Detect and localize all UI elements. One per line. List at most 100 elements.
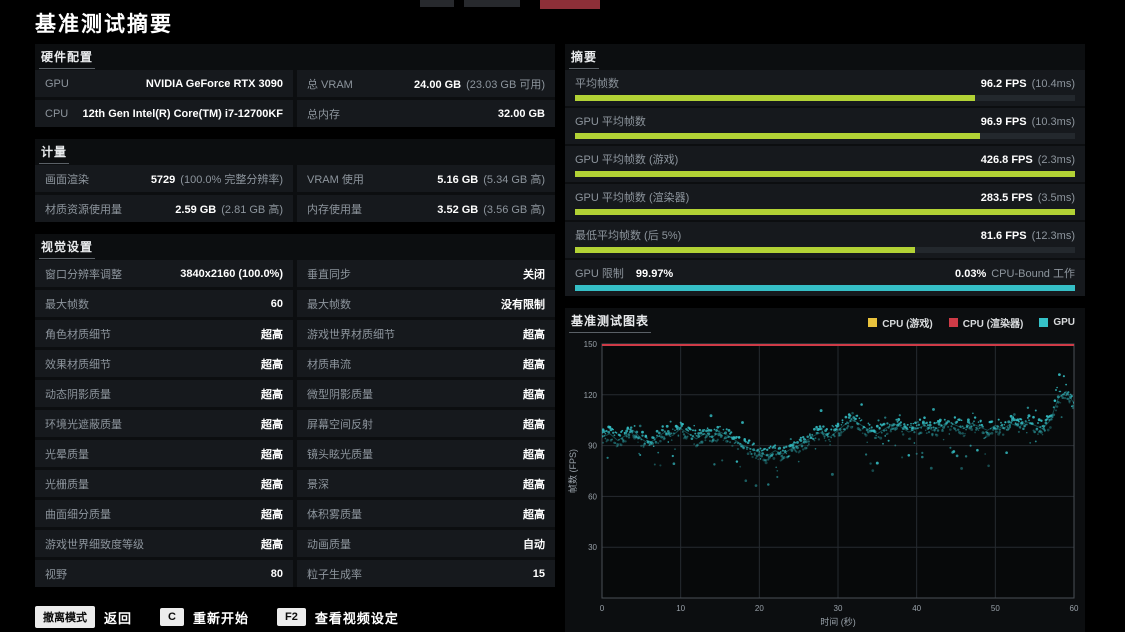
visual-setting-row: 动态阴影质量 超高 微型阴影质量 超高 [35, 380, 555, 407]
hardware-note: (23.03 GB 可用) [466, 78, 545, 91]
footer-button[interactable]: C 重新开始 [160, 608, 249, 627]
visual-setting-row: 效果材质细节 超高 材质串流 超高 [35, 350, 555, 377]
summary-metric-right: 0.03% CPU-Bound 工作 [955, 265, 1075, 281]
svg-text:120: 120 [584, 391, 598, 400]
svg-text:20: 20 [755, 604, 764, 613]
visual-setting-cell: 最大帧数 没有限制 [297, 290, 555, 317]
summary-metric-label: 平均帧数 [575, 78, 619, 90]
hardware-value: 24.00 GB (23.03 GB 可用) [414, 78, 545, 91]
summary-metric-bar-fill [575, 285, 1075, 291]
hardware-label: 总内存 [307, 108, 340, 121]
visual-setting-cell: 动态阴影质量 超高 [35, 380, 293, 407]
metric-label: 内存使用量 [307, 203, 362, 216]
visual-setting-label: 光栅质量 [45, 478, 89, 491]
visual-setting-cell: 视野 80 [35, 560, 293, 587]
panel-visual-settings-header: 视觉设置 [35, 234, 555, 260]
visual-setting-value: 超高 [523, 448, 545, 461]
summary-metric-bar-track [575, 133, 1075, 139]
summary-metric-bar-fill [575, 209, 1075, 215]
metric-note: (100.0% 完整分辨率) [180, 173, 283, 186]
visual-setting-label: 环境光遮蔽质量 [45, 418, 122, 431]
hardware-cell: 总内存 32.00 GB [297, 100, 555, 127]
visual-setting-cell: 材质串流 超高 [297, 350, 555, 377]
visual-setting-row: 角色材质细节 超高 游戏世界材质细节 超高 [35, 320, 555, 347]
visual-setting-label: 微型阴影质量 [307, 388, 373, 401]
svg-text:60: 60 [1070, 604, 1079, 613]
visual-setting-label: 体积雾质量 [307, 508, 362, 521]
legend-swatch-icon [868, 317, 878, 327]
summary-metric-text: GPU 平均帧数 96.9 FPS (10.3ms) [575, 113, 1075, 129]
summary-metric-right: 96.9 FPS (10.3ms) [981, 116, 1075, 128]
visual-setting-label: 视野 [45, 568, 67, 581]
visual-setting-label: 最大帧数 [307, 298, 351, 311]
summary-metric: GPU 限制 99.97% 0.03% CPU-Bound 工作 [565, 260, 1085, 296]
panel-benchmark-chart: 基准测试图表 CPU (游戏) CPU (渲染器) GPU 0 10 20 30 40 50 6… [565, 308, 1085, 632]
summary-metric-bar-track [575, 209, 1075, 215]
visual-setting-value: 超高 [261, 478, 283, 491]
summary-metric-label: GPU 限制 [575, 268, 624, 280]
summary-metric-note: (3.5ms) [1037, 192, 1075, 204]
visual-setting-value: 超高 [261, 358, 283, 371]
right-column: 摘要 平均帧数 96.2 FPS (10.4ms) GPU 平均帧数 96.9 FPS (… [565, 44, 1085, 632]
panel-summary: 摘要 平均帧数 96.2 FPS (10.4ms) GPU 平均帧数 96.9 FPS (… [565, 44, 1085, 296]
summary-metric-value: 0.03% [955, 268, 987, 280]
summary-metric-bar-track [575, 285, 1075, 291]
summary-metric-left: GPU 平均帧数 (游戏) [575, 151, 678, 167]
metric-label: 材质资源使用量 [45, 203, 122, 216]
visual-setting-row: 窗口分辨率调整 3840x2160 (100.0%) 垂直同步 关闭 [35, 260, 555, 287]
visual-setting-value: 超高 [523, 418, 545, 431]
summary-metric-value: 96.2 FPS [980, 78, 1027, 90]
visual-setting-label: 曲面细分质量 [45, 508, 111, 521]
visual-setting-cell: 效果材质细节 超高 [35, 350, 293, 377]
summary-metric-right: 426.8 FPS (2.3ms) [981, 154, 1075, 166]
hardware-value: NVIDIA GeForce RTX 3090 [145, 77, 283, 90]
visual-setting-value: 没有限制 [501, 298, 545, 311]
summary-metric-note: (10.4ms) [1031, 78, 1075, 90]
visual-setting-value: 超高 [523, 388, 545, 401]
visual-setting-label: 动态阴影质量 [45, 388, 111, 401]
chart-area: 0 10 20 30 40 50 60 30 60 90 120 150 时间 (秒) 帧数 (FPS) [565, 334, 1085, 632]
hardware-label: GPU [45, 77, 69, 90]
visual-setting-cell: 角色材质细节 超高 [35, 320, 293, 347]
panel-chart-header: 基准测试图表 CPU (游戏) CPU (渲染器) GPU [565, 308, 1085, 334]
summary-metric-bar-fill [575, 133, 980, 139]
visual-setting-label: 粒子生成率 [307, 568, 362, 581]
keycap-label: C [160, 608, 184, 626]
summary-metric-value: 283.5 FPS [980, 192, 1033, 204]
summary-metric-bar-track [575, 95, 1075, 101]
metric-label: VRAM 使用 [307, 173, 364, 186]
panel-chart-title: 基准测试图表 [569, 312, 652, 333]
svg-text:10: 10 [676, 604, 685, 613]
svg-text:30: 30 [834, 604, 843, 613]
footer-button[interactable]: F2 查看视频设定 [276, 608, 399, 627]
legend-label: CPU (游戏) [882, 318, 933, 330]
top-overlay [0, 0, 1125, 10]
summary-metric-text: GPU 平均帧数 (渲染器) 283.5 FPS (3.5ms) [575, 189, 1075, 205]
metric-label: 画面渲染 [45, 173, 89, 186]
svg-text:90: 90 [588, 442, 597, 451]
metric-note: (2.81 GB 高) [221, 203, 283, 216]
metric-cell: 材质资源使用量 2.59 GB (2.81 GB 高) [35, 195, 293, 222]
panel-hardware-config: 硬件配置 GPU NVIDIA GeForce RTX 3090 总 VRAM 24.… [35, 44, 555, 127]
summary-metric-label: 最低平均帧数 (后 5%) [575, 230, 682, 242]
svg-text:60: 60 [588, 492, 597, 501]
left-column: 硬件配置 GPU NVIDIA GeForce RTX 3090 总 VRAM 24.… [35, 44, 555, 587]
visual-setting-label: 屏幕空间反射 [307, 418, 373, 431]
summary-metric: GPU 平均帧数 96.9 FPS (10.3ms) [565, 108, 1085, 144]
summary-metric-bar-fill [575, 95, 975, 101]
visual-setting-cell: 微型阴影质量 超高 [297, 380, 555, 407]
visual-setting-value: 超高 [523, 508, 545, 521]
visual-setting-cell: 最大帧数 60 [35, 290, 293, 317]
visual-setting-value: 超高 [523, 478, 545, 491]
footer-button[interactable]: 撤离模式 返回 [35, 606, 132, 628]
summary-metric-text: GPU 平均帧数 (游戏) 426.8 FPS (2.3ms) [575, 151, 1075, 167]
summary-metric: GPU 平均帧数 (游戏) 426.8 FPS (2.3ms) [565, 146, 1085, 182]
benchmark-chart: 0 10 20 30 40 50 60 30 60 90 120 150 时间 (秒) 帧数 (FPS) [567, 340, 1079, 627]
svg-text:帧数 (FPS): 帧数 (FPS) [567, 449, 578, 493]
metric-cell: VRAM 使用 5.16 GB (5.34 GB 高) [297, 165, 555, 192]
hardware-row: CPU 12th Gen Intel(R) Core(TM) i7-12700KF… [35, 100, 555, 127]
svg-text:50: 50 [991, 604, 1000, 613]
keycap-label: F2 [276, 608, 306, 626]
metric-row: 材质资源使用量 2.59 GB (2.81 GB 高) 内存使用量 3.52 GB (3.… [35, 195, 555, 222]
summary-metric-bar-fill [575, 171, 1075, 177]
